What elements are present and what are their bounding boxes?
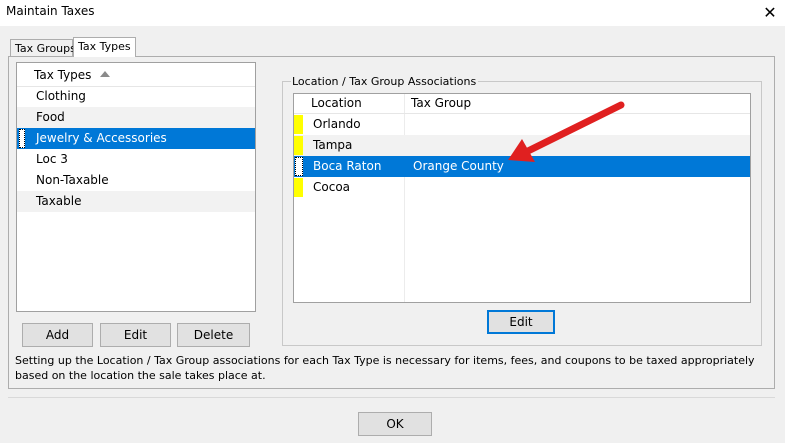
tax-group-cell: Orange County bbox=[413, 159, 504, 173]
add-button[interactable]: Add bbox=[22, 323, 93, 347]
list-item-food[interactable]: Food bbox=[17, 107, 255, 128]
row-marker bbox=[294, 115, 303, 134]
current-row-marker bbox=[295, 157, 303, 176]
row-marker bbox=[294, 178, 303, 197]
edit-association-button[interactable]: Edit bbox=[487, 310, 555, 334]
delete-button[interactable]: Delete bbox=[177, 323, 250, 347]
list-item-taxable[interactable]: Taxable bbox=[17, 191, 255, 212]
location-cell: Tampa bbox=[313, 138, 353, 152]
location-column-header[interactable]: Location bbox=[311, 96, 362, 110]
footer-divider bbox=[8, 397, 775, 398]
close-icon[interactable]: ✕ bbox=[756, 0, 784, 24]
list-item-clothing[interactable]: Clothing bbox=[17, 86, 255, 107]
sort-ascending-icon bbox=[100, 71, 110, 77]
title-bar bbox=[0, 0, 785, 26]
row-marker bbox=[294, 136, 303, 155]
list-item-loc-3[interactable]: Loc 3 bbox=[17, 149, 255, 170]
tab-tax-types[interactable]: Tax Types bbox=[73, 37, 136, 57]
location-cell: Orlando bbox=[313, 117, 361, 131]
annotation-arrow-icon bbox=[508, 101, 625, 162]
ok-button[interactable]: OK bbox=[358, 412, 432, 436]
tab-tax-groups[interactable]: Tax Groups bbox=[10, 39, 76, 57]
current-row-marker bbox=[19, 129, 25, 148]
edit-tax-type-button[interactable]: Edit bbox=[100, 323, 171, 347]
associations-group-label: Location / Tax Group Associations bbox=[291, 75, 479, 88]
list-item-jewelry-accessories[interactable]: Jewelry & Accessories bbox=[17, 128, 255, 149]
tax-types-column-header[interactable]: Tax Types bbox=[34, 68, 91, 82]
list-item-non-taxable[interactable]: Non-Taxable bbox=[17, 170, 255, 191]
help-note: Setting up the Location / Tax Group asso… bbox=[15, 354, 755, 382]
location-cell: Boca Raton bbox=[313, 159, 382, 173]
grid-row-cocoa[interactable]: Cocoa bbox=[294, 177, 750, 198]
window-title: Maintain Taxes bbox=[6, 4, 95, 18]
location-cell: Cocoa bbox=[313, 180, 351, 194]
tax-group-column-header[interactable]: Tax Group bbox=[411, 96, 471, 110]
